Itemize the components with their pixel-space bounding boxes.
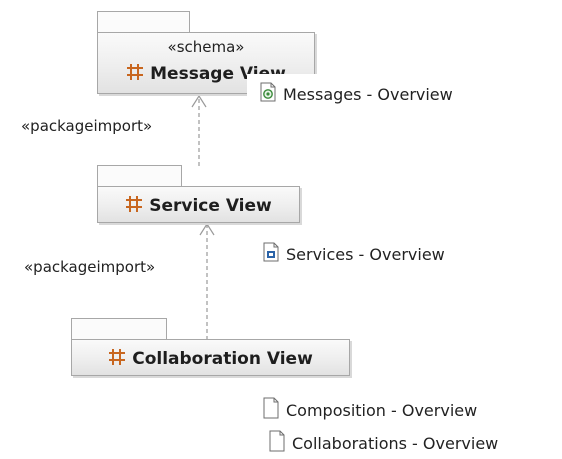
doc-label: Collaborations - Overview	[292, 433, 499, 453]
packageimport-label: «packageimport»	[24, 258, 156, 276]
package-tab	[97, 165, 182, 187]
package-tab	[71, 318, 167, 340]
doc-link-collaborations-overview[interactable]: Collaborations - Overview	[268, 430, 498, 456]
package-name: Collaboration View	[132, 349, 313, 369]
doc-link-services-overview[interactable]: Services - Overview	[262, 241, 445, 267]
service-document-icon	[262, 242, 280, 266]
package-tab	[97, 11, 190, 33]
package-icon	[126, 63, 144, 86]
package-icon	[108, 348, 126, 371]
import-arrow-collaboration-to-service[interactable]	[199, 222, 215, 340]
package-service-view[interactable]: Service View	[97, 186, 300, 223]
package-icon	[125, 195, 143, 218]
package-collaboration-view[interactable]: Collaboration View	[71, 339, 350, 376]
import-arrow-service-to-message[interactable]	[191, 94, 207, 166]
doc-link-messages-overview[interactable]: Messages - Overview	[247, 74, 459, 114]
uml-package-diagram: «schema» Message View Messages - Overvie…	[0, 0, 562, 459]
schema-document-icon	[259, 82, 277, 106]
doc-link-composition-overview[interactable]: Composition - Overview	[262, 397, 477, 423]
package-title: Collaboration View	[72, 348, 349, 371]
doc-label: Messages - Overview	[283, 84, 453, 104]
doc-label: Services - Overview	[286, 244, 445, 264]
package-stereotype: «schema»	[167, 38, 245, 56]
doc-label: Composition - Overview	[286, 400, 478, 420]
document-icon	[268, 430, 286, 456]
package-name: Service View	[149, 196, 272, 216]
document-icon	[262, 397, 280, 423]
package-title: Service View	[98, 195, 299, 218]
packageimport-label: «packageimport»	[21, 117, 153, 135]
